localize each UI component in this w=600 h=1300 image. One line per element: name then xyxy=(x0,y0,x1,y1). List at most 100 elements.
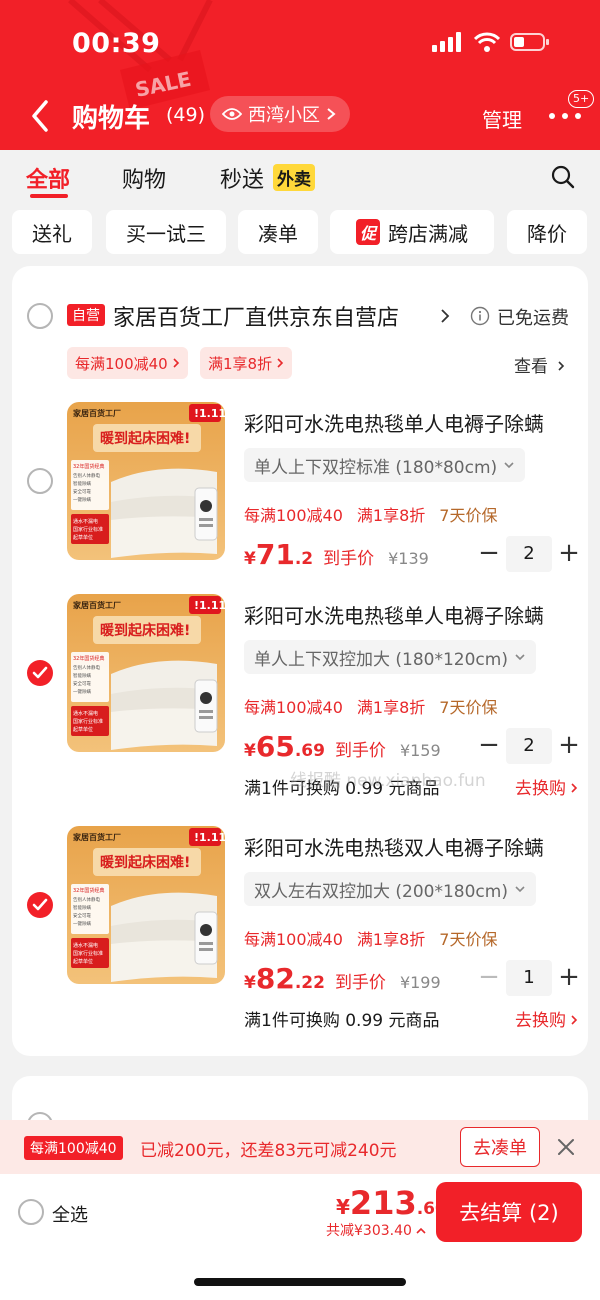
checkout-bar: 全选 ¥ 213 .60 共减¥303.40 去结算 (2) xyxy=(0,1174,600,1300)
price-int: 82 xyxy=(255,962,295,995)
more-icon[interactable] xyxy=(548,112,582,120)
checkout-button[interactable]: 去结算 (2) xyxy=(436,1182,582,1242)
price-dec: .2 xyxy=(294,549,314,569)
product-image[interactable]: 家居百货工厂 !1.11 暖到起床困难! 32年国货经典 告别人体静电 智能除螨… xyxy=(67,826,225,984)
promo-chip-100-40[interactable]: 每满100减40 xyxy=(67,347,188,379)
discount-detail[interactable]: 共减¥303.40 xyxy=(326,1220,426,1240)
to-hand-label: 到手价 xyxy=(334,973,386,993)
decrease-button[interactable]: − xyxy=(476,962,502,992)
select-all-radio[interactable] xyxy=(18,1199,44,1225)
to-hand-label: 到手价 xyxy=(323,549,375,569)
filter-cross-store[interactable]: 促 跨店满减 xyxy=(330,210,494,254)
promo-tags: 每满100减40 满1享8折 7天价保 xyxy=(244,502,497,526)
quantity-input[interactable]: 2 xyxy=(506,536,552,572)
filter-price-drop[interactable]: 降价 xyxy=(507,210,587,254)
item-select-radio[interactable] xyxy=(27,892,53,918)
item-select-radio[interactable] xyxy=(27,468,53,494)
store-select-radio[interactable] xyxy=(27,303,53,329)
thumb-safety: 通水不漏电 xyxy=(73,518,98,525)
select-all-label[interactable]: 全选 xyxy=(52,1201,88,1227)
spec-selector[interactable]: 单人上下双控标准 (180*80cm) xyxy=(244,448,526,482)
promo-bar-text: 已减200元，还差83元可减240元 xyxy=(140,1141,397,1161)
quantity-stepper[interactable]: −2 + xyxy=(476,536,580,572)
thumb-feature: 安全可靠 xyxy=(73,912,91,919)
total-int: 213 xyxy=(349,1184,417,1222)
status-time: 00:39 xyxy=(72,28,161,59)
currency-symbol: ¥ xyxy=(244,549,256,569)
increase-button[interactable]: + xyxy=(556,962,582,992)
promo-chip-label: 每满100减40 xyxy=(75,354,168,373)
thumb-safety: 国家行业标准 xyxy=(73,526,103,533)
swap-link-label: 去换购 xyxy=(515,779,566,799)
thumb-feature: 智能除螨 xyxy=(73,480,91,487)
to-hand-label: 到手价 xyxy=(334,741,386,761)
store-chevron-icon xyxy=(441,309,450,323)
store-name[interactable]: 家居百货工厂直供京东自营店 xyxy=(113,300,399,332)
thumb-feature: 一键除螨 xyxy=(73,920,91,927)
thumb-safety: 国家行业标准 xyxy=(73,718,103,725)
currency-symbol: ¥ xyxy=(336,1195,350,1219)
tab-all[interactable]: 全部 xyxy=(26,162,70,194)
spec-label: 双人左右双控加大 (200*180cm) xyxy=(254,881,508,902)
add-on-button[interactable]: 去凑单 xyxy=(460,1127,540,1167)
info-icon[interactable] xyxy=(470,306,490,326)
tab-bar: 全部 购物 秒送 外卖 xyxy=(0,150,600,206)
total-price: ¥ 213 .60 xyxy=(336,1184,447,1222)
spec-selector[interactable]: 单人上下双控加大 (180*120cm) xyxy=(244,640,536,674)
quantity-stepper[interactable]: −2 + xyxy=(476,728,580,764)
chevron-right-icon xyxy=(571,1015,578,1025)
product-title[interactable]: 彩阳可水洗电热毯单人电褥子除螨 xyxy=(244,408,544,437)
thumb-feature: 告别人体静电 xyxy=(73,472,100,479)
item-select-radio[interactable] xyxy=(27,660,53,686)
decrease-button[interactable]: − xyxy=(476,730,502,760)
search-icon[interactable] xyxy=(550,164,576,190)
filter-gift[interactable]: 送礼 xyxy=(12,210,92,254)
promo-tag: 每满100减40 xyxy=(244,506,343,525)
self-operated-badge: 自营 xyxy=(67,304,105,326)
thumb-safety: 起草单位 xyxy=(73,534,93,541)
view-link[interactable]: 查看 xyxy=(514,352,565,377)
promo-bar-tag: 每满100减40 xyxy=(24,1136,123,1160)
back-arrow-icon[interactable] xyxy=(26,98,56,134)
quantity-input[interactable]: 1 xyxy=(506,960,552,996)
store-card: 自营 家居百货工厂直供京东自营店 已免运费 每满100减40 满1享8折 查看 … xyxy=(12,266,588,1056)
filter-bundle[interactable]: 凑单 xyxy=(238,210,318,254)
thumb-feature: 智能除螨 xyxy=(73,904,91,911)
swap-link[interactable]: 去换购 xyxy=(515,774,580,799)
filter-try-three[interactable]: 买一试三 xyxy=(106,210,226,254)
thumb-feature: 32年国货经典 xyxy=(73,887,104,894)
thumb-safety: 国家行业标准 xyxy=(73,950,103,957)
app-header: SALE 00:39 购物车 (49) 西湾小区 管理 5+ xyxy=(0,0,600,150)
home-indicator xyxy=(194,1278,406,1286)
thumb-event-badge: !1.11 xyxy=(194,831,225,844)
product-title[interactable]: 彩阳可水洗电热毯单人电褥子除螨 xyxy=(244,600,544,629)
thumb-feature: 32年国货经典 xyxy=(73,655,104,662)
decrease-button[interactable]: − xyxy=(476,538,502,568)
swap-link[interactable]: 去换购 xyxy=(515,1006,580,1031)
chevron-down-icon xyxy=(515,886,525,893)
promo-chip-label: 满1享8折 xyxy=(208,354,273,373)
quantity-input[interactable]: 2 xyxy=(506,728,552,764)
tab-shopping[interactable]: 购物 xyxy=(122,162,166,194)
spec-selector[interactable]: 双人左右双控加大 (200*180cm) xyxy=(244,872,536,906)
product-image[interactable]: 家居百货工厂 !1.11 暖到起床困难! 32年国货经典 告别人体静电 智能除螨… xyxy=(67,594,225,752)
chevron-right-icon xyxy=(571,783,578,793)
swap-link-label: 去换购 xyxy=(515,1011,566,1031)
product-image[interactable]: 家居百货工厂 !1.11 暖到起床困难! 32年国货经典 告别人体静电 智能除螨… xyxy=(67,402,225,560)
location-selector[interactable]: 西湾小区 xyxy=(210,96,350,132)
thumb-feature: 告别人体静电 xyxy=(73,896,100,903)
chevron-right-icon xyxy=(558,361,565,371)
manage-button[interactable]: 管理 xyxy=(482,104,522,133)
promo-chip-80[interactable]: 满1享8折 xyxy=(200,347,293,379)
watermark: 线报酷 new.xianbao.fun xyxy=(290,771,486,791)
product-title[interactable]: 彩阳可水洗电热毯双人电褥子除螨 xyxy=(244,832,544,861)
filter-chips: 送礼 买一试三 凑单 促 跨店满减 降价 xyxy=(0,210,600,254)
tab-instant[interactable]: 秒送 xyxy=(220,162,264,194)
increase-button[interactable]: + xyxy=(556,730,582,760)
close-icon[interactable] xyxy=(556,1137,576,1157)
thumb-safety: 通水不漏电 xyxy=(73,710,98,717)
thumb-event-badge: !1.11 xyxy=(194,407,225,420)
thumb-headline: 暖到起床困难! xyxy=(100,622,190,639)
quantity-stepper[interactable]: −1 + xyxy=(476,960,580,996)
increase-button[interactable]: + xyxy=(556,538,582,568)
